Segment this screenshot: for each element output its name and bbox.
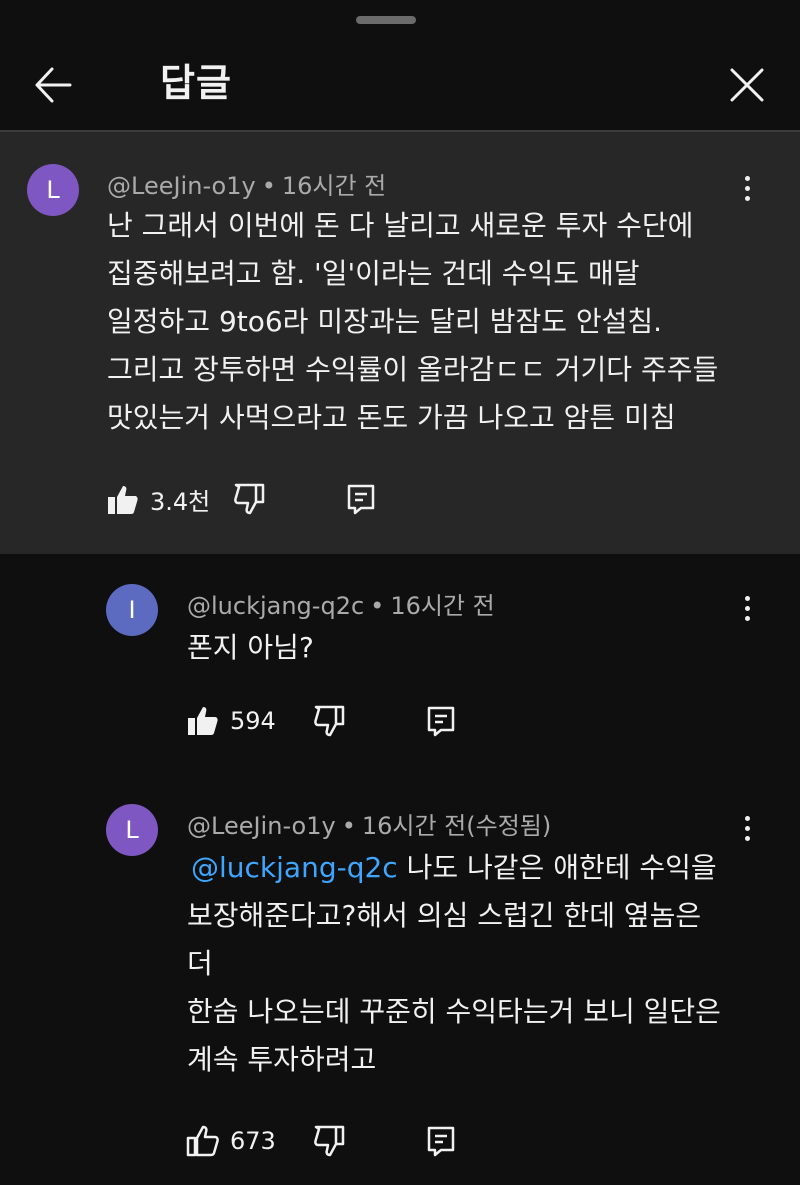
like-button[interactable]: 594 xyxy=(186,704,276,738)
reply-button[interactable] xyxy=(344,482,378,516)
comment-time: 16시간 전 xyxy=(281,172,387,200)
more-vert-icon xyxy=(744,175,750,181)
dislike-button[interactable] xyxy=(312,1124,346,1158)
more-vert-icon xyxy=(744,595,750,601)
more-options-button[interactable] xyxy=(732,808,762,848)
thumbs-down-icon xyxy=(234,483,265,515)
comment-meta: @LeeJin-o1y • 16시간 전(수정됨) xyxy=(187,812,552,840)
comment-actions: 673 xyxy=(186,1124,486,1164)
more-options-button[interactable] xyxy=(732,588,762,628)
back-button[interactable] xyxy=(30,62,76,108)
reply-icon xyxy=(427,1126,455,1157)
comment-actions: 3.4천 xyxy=(106,482,406,522)
comment-time: 16시간 전(수정됨) xyxy=(361,812,552,840)
avatar[interactable]: L xyxy=(106,804,158,856)
reply-button[interactable] xyxy=(424,704,458,738)
reply-icon xyxy=(427,706,455,737)
reply-icon xyxy=(347,484,375,515)
dislike-button[interactable] xyxy=(232,482,266,516)
parent-comment: L @LeeJin-o1y • 16시간 전 난 그래서 이번에 돈 다 날리고 새… xyxy=(0,132,800,554)
like-count: 594 xyxy=(230,707,276,735)
like-button[interactable]: 3.4천 xyxy=(106,482,210,517)
more-options-button[interactable] xyxy=(732,168,762,208)
thumbs-up-icon xyxy=(188,707,218,735)
thumbs-down-icon xyxy=(314,705,345,737)
like-count: 3.4천 xyxy=(150,488,211,516)
reply-comment: L @LeeJin-o1y • 16시간 전(수정됨) @luckjang-q2c … xyxy=(0,774,800,1185)
more-vert-icon xyxy=(744,815,750,821)
reply-button[interactable] xyxy=(424,1124,458,1158)
comment-text: 폰지 아님? xyxy=(187,631,314,664)
comment-meta: @luckjang-q2c • 16시간 전 xyxy=(187,592,495,620)
thumbs-up-icon xyxy=(108,485,138,514)
thumbs-down-icon xyxy=(314,1125,345,1157)
comment-author[interactable]: @LeeJin-o1y xyxy=(107,172,256,200)
page-title: 답글 xyxy=(160,61,232,105)
dislike-button[interactable] xyxy=(312,704,346,738)
comment-meta: @LeeJin-o1y • 16시간 전 xyxy=(107,172,387,200)
drag-handle[interactable] xyxy=(356,16,416,24)
like-button[interactable]: 673 xyxy=(186,1124,276,1158)
thumbs-up-icon xyxy=(186,1125,219,1157)
comment-time: 16시간 전 xyxy=(390,592,495,620)
mention-link[interactable]: @luckjang-q2c xyxy=(191,851,398,884)
comment-author[interactable]: @luckjang-q2c xyxy=(187,592,364,620)
arrow-left-icon xyxy=(35,67,72,103)
comment-text: 난 그래서 이번에 돈 다 날리고 새로운 투자 수단에 집중해보려고 함. '… xyxy=(107,209,719,434)
like-count: 673 xyxy=(230,1127,276,1155)
comment-actions: 594 xyxy=(186,704,486,744)
close-button[interactable] xyxy=(724,62,770,108)
comment-author[interactable]: @LeeJin-o1y xyxy=(187,812,336,840)
close-icon xyxy=(730,68,764,102)
comment-text: @luckjang-q2c 나도 나같은 애한테 수익을 보장해준다고?해서 의… xyxy=(187,851,721,1076)
avatar[interactable]: I xyxy=(106,584,158,636)
avatar[interactable]: L xyxy=(27,164,79,216)
reply-comment: I @luckjang-q2c • 16시간 전 폰지 아님? 594 xyxy=(0,554,800,774)
header: 답글 xyxy=(0,30,800,130)
